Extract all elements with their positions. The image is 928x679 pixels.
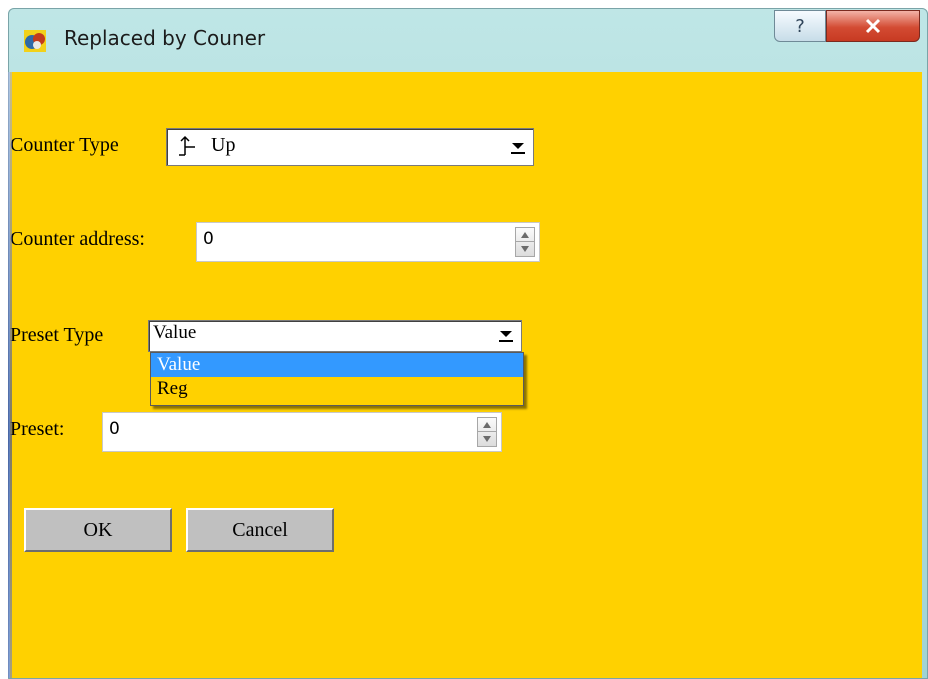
- app-icon: [24, 30, 46, 52]
- spin-down-icon[interactable]: [516, 242, 534, 256]
- help-button[interactable]: ?: [774, 10, 826, 42]
- dialog-window: Replaced by Couner ? Counter Type Up Cou…: [8, 8, 928, 679]
- title-bar[interactable]: Replaced by Couner ?: [8, 8, 928, 72]
- cancel-button[interactable]: Cancel: [186, 508, 334, 552]
- preset-value[interactable]: 0: [109, 419, 120, 439]
- counter-up-icon: [179, 135, 195, 156]
- counter-type-value: Up: [211, 134, 236, 156]
- window-title: Replaced by Couner: [64, 26, 266, 50]
- dialog-client-area: Counter Type Up Counter address: 0 Prese…: [10, 72, 922, 678]
- window-left-edge: [8, 72, 12, 678]
- counter-address-label: Counter address:: [10, 228, 145, 250]
- preset-spin-buttons[interactable]: [477, 417, 497, 447]
- preset-type-label: Preset Type: [10, 324, 104, 346]
- counter-address-value[interactable]: 0: [203, 229, 214, 249]
- dropdown-option-value[interactable]: Value: [151, 353, 523, 377]
- ok-button[interactable]: OK: [24, 508, 172, 552]
- dropdown-option-reg[interactable]: Reg: [151, 377, 523, 401]
- counter-address-spin-buttons[interactable]: [515, 227, 535, 257]
- preset-spinbox[interactable]: 0: [102, 412, 502, 452]
- counter-type-label: Counter Type: [10, 134, 119, 156]
- preset-type-combobox[interactable]: Value: [148, 320, 522, 352]
- preset-label: Preset:: [10, 418, 65, 440]
- counter-type-combobox[interactable]: Up: [166, 128, 534, 166]
- counter-type-dropdown-arrow[interactable]: [505, 134, 531, 160]
- chevron-down-icon: [511, 143, 525, 154]
- preset-type-dropdown-list: Value Reg: [150, 352, 524, 406]
- close-button[interactable]: [826, 10, 920, 42]
- counter-address-spinbox[interactable]: 0: [196, 222, 540, 262]
- preset-type-dropdown-arrow[interactable]: [493, 322, 519, 348]
- chevron-down-icon: [499, 331, 513, 342]
- preset-type-value: Value: [153, 322, 197, 343]
- spin-down-icon[interactable]: [478, 432, 496, 446]
- close-icon: [865, 18, 881, 34]
- spin-up-icon[interactable]: [478, 418, 496, 432]
- spin-up-icon[interactable]: [516, 228, 534, 242]
